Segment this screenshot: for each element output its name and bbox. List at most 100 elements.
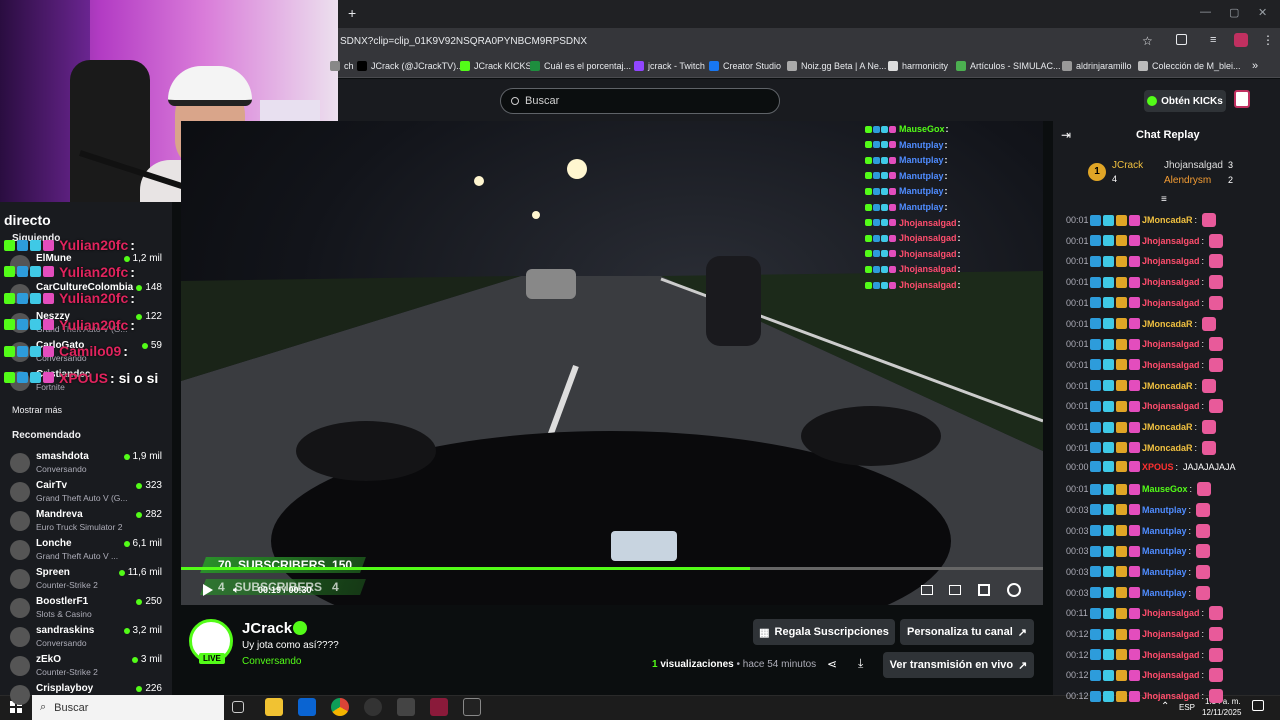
pip-icon[interactable] bbox=[921, 585, 933, 595]
media-icon[interactable]: ≡ bbox=[1210, 34, 1216, 46]
sidebar-channel[interactable]: Mandreva Euro Truck Simulator 2 282 bbox=[10, 507, 162, 535]
customize-channel-button[interactable]: Personaliza tu canal ↗ bbox=[900, 619, 1034, 645]
sidebar-channel[interactable]: sandraskins Conversando 3,2 mil bbox=[10, 623, 162, 651]
more-bookmarks-icon[interactable]: » bbox=[1252, 60, 1258, 72]
sidebar-channel[interactable]: Crisplayboy 226 bbox=[10, 681, 162, 709]
chat-username[interactable]: JMoncadaR bbox=[1142, 319, 1193, 329]
chat-badge-icon bbox=[1129, 400, 1140, 412]
chat-username[interactable]: Jhojansalgad bbox=[1142, 339, 1200, 349]
sidebar-channel[interactable]: BoostlerF1 Slots & Casino 250 bbox=[10, 594, 162, 622]
profile-icon[interactable] bbox=[1234, 33, 1248, 47]
chat-badge-icon bbox=[1090, 525, 1101, 536]
minimize-icon[interactable]: — bbox=[1200, 6, 1211, 18]
emote-icon bbox=[1209, 399, 1224, 414]
bookmark-item[interactable]: harmonicity bbox=[888, 61, 948, 71]
stream-category[interactable]: Conversando bbox=[242, 656, 301, 667]
chat-username[interactable]: Jhojansalgad bbox=[1142, 236, 1200, 246]
show-more-link[interactable]: Mostrar más bbox=[12, 405, 62, 415]
share-icon[interactable]: ⋖ bbox=[827, 657, 837, 671]
close-window-icon[interactable]: ✕ bbox=[1258, 6, 1267, 19]
chat-badge-icon bbox=[1116, 400, 1127, 412]
chat-colon: : bbox=[1188, 566, 1192, 577]
search-input[interactable]: Buscar bbox=[500, 88, 780, 114]
theater-icon[interactable] bbox=[949, 585, 961, 595]
chat-username[interactable]: Jhojansalgad bbox=[1142, 277, 1200, 287]
bookmark-item[interactable]: Artículos - SIMULAC... bbox=[956, 61, 1061, 71]
maximize-icon[interactable]: ▢ bbox=[1229, 6, 1239, 19]
bookmark-item[interactable]: aldrinjaramillo bbox=[1062, 61, 1132, 71]
chat-badge-icon bbox=[1090, 235, 1101, 247]
fullscreen-icon[interactable] bbox=[978, 584, 990, 596]
chat-username[interactable]: JMoncadaR bbox=[1142, 443, 1193, 453]
chat-username[interactable]: Jhojansalgad bbox=[1142, 670, 1200, 680]
chat-username[interactable]: Jhojansalgad bbox=[1142, 298, 1200, 308]
chat-username[interactable]: Manutplay bbox=[1142, 567, 1187, 577]
channel-name[interactable]: JCrack bbox=[242, 620, 292, 637]
chat-badge-icon bbox=[1090, 442, 1101, 454]
video-player[interactable]: MauseGox : Manutplay : Manutplay : Manutpla… bbox=[181, 121, 1043, 605]
chat-username[interactable]: Jhojansalgad bbox=[1142, 256, 1200, 266]
chat-username[interactable]: Jhojansalgad bbox=[1142, 401, 1200, 411]
get-kicks-button[interactable]: Obtén KICKs bbox=[1144, 90, 1226, 112]
clock-date[interactable]: 12/11/2025 bbox=[1202, 708, 1241, 717]
sidebar-channel[interactable]: CairTv Grand Theft Auto V (G... 323 bbox=[10, 478, 162, 506]
video-chat-line: Jhojansalgad : bbox=[865, 264, 961, 274]
bookmark-item[interactable]: JCrack KICKS bbox=[460, 61, 532, 71]
views-label: visualizaciones bbox=[660, 659, 734, 670]
chat-username[interactable]: XPOUS bbox=[1142, 462, 1174, 472]
volume-icon[interactable]: 🔈︎ bbox=[233, 584, 240, 597]
chat-username[interactable]: JMoncadaR bbox=[1142, 422, 1193, 432]
menu-icon[interactable]: ⋮ bbox=[1262, 33, 1274, 47]
bookmark-item[interactable]: jcrack - Twitch bbox=[634, 61, 705, 71]
sidebar-channel[interactable]: Lonche Grand Theft Auto V ... 6,1 mil bbox=[10, 536, 162, 564]
chat-username[interactable]: Jhojansalgad bbox=[1142, 608, 1200, 618]
leaderboard-expand-icon[interactable]: ≡ bbox=[1161, 194, 1167, 205]
bookmark-icon bbox=[460, 61, 470, 71]
sidebar-channel[interactable]: smashdota Conversando 1,9 mil bbox=[10, 449, 162, 477]
chat-timestamp: 00:12 bbox=[1066, 691, 1089, 702]
chat-username[interactable]: Jhojansalgad bbox=[1142, 360, 1200, 370]
bookmark-item[interactable]: Noiz.gg Beta | A Ne... bbox=[787, 61, 886, 71]
user-avatar[interactable] bbox=[1234, 90, 1250, 108]
chat-username[interactable]: Manutplay bbox=[1142, 588, 1187, 598]
chat-badge-icon bbox=[1129, 276, 1140, 288]
outlook-icon[interactable] bbox=[298, 698, 316, 716]
chat-username[interactable]: MauseGox bbox=[1142, 484, 1188, 494]
play-button[interactable] bbox=[203, 584, 213, 596]
epic-games-icon[interactable] bbox=[463, 698, 481, 716]
bookmark-item[interactable]: ch bbox=[330, 61, 354, 71]
emote-icon bbox=[1202, 378, 1217, 393]
video-chat-colon: : bbox=[957, 264, 961, 275]
chat-username[interactable]: JMoncadaR bbox=[1142, 381, 1193, 391]
new-tab-button[interactable]: + bbox=[348, 5, 356, 21]
gift-subs-button[interactable]: ▦ Regala Suscripciones bbox=[753, 619, 895, 645]
download-icon[interactable]: ⤓ bbox=[858, 656, 863, 671]
sidebar-channel[interactable]: zEkO Counter-Strike 2 3 mil bbox=[10, 652, 162, 680]
notifications-icon[interactable] bbox=[1252, 700, 1264, 711]
chrome-icon[interactable] bbox=[331, 698, 349, 716]
collapse-chat-icon[interactable]: ⇥ bbox=[1061, 128, 1071, 142]
chat-username[interactable]: JMoncadaR bbox=[1142, 215, 1193, 225]
chat-username[interactable]: Manutplay bbox=[1142, 526, 1187, 536]
bookmark-item[interactable]: Colección de M_blei... bbox=[1138, 61, 1241, 71]
chat-username[interactable]: Manutplay bbox=[1142, 505, 1187, 515]
url-text[interactable]: SDNX?clip=clip_01K9V92NSQRA0PYNBCM9RPSDN… bbox=[340, 36, 587, 47]
extensions-icon[interactable] bbox=[1176, 34, 1187, 45]
chat-username[interactable]: Jhojansalgad bbox=[1142, 691, 1200, 701]
task-view-icon[interactable] bbox=[232, 701, 244, 713]
obs-icon[interactable] bbox=[364, 698, 382, 716]
settings-icon[interactable] bbox=[1007, 583, 1021, 597]
sidebar-channel[interactable]: Spreen Counter-Strike 2 11,6 mil bbox=[10, 565, 162, 593]
language-indicator[interactable]: ESP bbox=[1179, 703, 1195, 712]
watch-live-button[interactable]: Ver transmisión en vivo ↗ bbox=[883, 652, 1034, 678]
chat-username[interactable]: Manutplay bbox=[1142, 546, 1187, 556]
star-icon[interactable]: ☆ bbox=[1142, 34, 1153, 48]
kick-app-icon[interactable] bbox=[430, 698, 448, 716]
app-icon[interactable] bbox=[397, 698, 415, 716]
chat-username[interactable]: Jhojansalgad bbox=[1142, 650, 1200, 660]
file-explorer-icon[interactable] bbox=[265, 698, 283, 716]
bookmark-item[interactable]: Cuál es el porcentaj... bbox=[530, 61, 631, 71]
bookmark-item[interactable]: JCrack (@JCrackTV)... bbox=[357, 61, 464, 71]
chat-username[interactable]: Jhojansalgad bbox=[1142, 629, 1200, 639]
bookmark-item[interactable]: Creator Studio bbox=[709, 61, 781, 71]
